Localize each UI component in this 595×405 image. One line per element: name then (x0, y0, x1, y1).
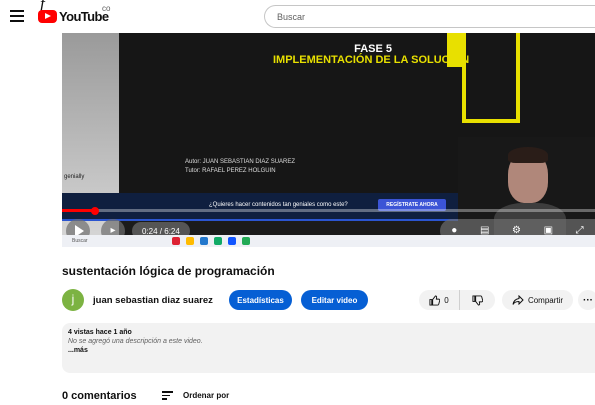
taskbar-app-icon (242, 237, 250, 245)
recorded-taskbar: Buscar (62, 235, 595, 247)
avatar[interactable]: j (62, 289, 84, 311)
channel-name[interactable]: juan sebastian diaz suarez (93, 295, 213, 306)
masthead: f YouTube co (0, 0, 595, 32)
slide-tutor: Tutor: RAFAEL PEREZ HOLGUIN (185, 168, 276, 174)
progress-fill (62, 209, 96, 212)
slide-author: Autor: JUAN SEBASTIAN DIAZ SUAREZ (185, 159, 296, 165)
menu-icon[interactable] (10, 10, 24, 22)
more-actions-button[interactable]: ··· (578, 290, 595, 310)
video-player[interactable]: genially FASE 5 IMPLEMENTACIÓN DE LA SOL… (62, 33, 595, 247)
like-button[interactable]: 0 (419, 290, 460, 310)
slide-brand-label: genially (64, 174, 85, 180)
search-box[interactable] (264, 5, 595, 28)
slide-promo-text: ¿Quieres hacer contenidos tan geniales c… (209, 202, 348, 208)
share-button[interactable]: Compartir (502, 290, 573, 310)
like-dislike-pill: 0 (419, 290, 495, 310)
logo-country-code: co (102, 4, 111, 13)
sort-icon[interactable] (162, 391, 173, 400)
progress-bar[interactable] (62, 209, 595, 212)
share-label: Compartir (527, 295, 564, 305)
sort-button[interactable]: Ordenar por (183, 391, 229, 400)
description-text: No se agregó una descripción a este vide… (68, 338, 203, 345)
taskbar-app-icon (228, 237, 236, 245)
taskbar-app-icon (200, 237, 208, 245)
thumbs-up-icon (429, 294, 441, 306)
view-count-date: 4 vistas hace 1 año (68, 329, 132, 336)
video-title: sustentación lógica de programación (62, 264, 275, 278)
taskbar-app-icon (214, 237, 222, 245)
slide-yellow-frame (462, 33, 520, 123)
taskbar-app-icon (172, 237, 180, 245)
comments-header: 0 comentarios Ordenar por (62, 390, 595, 404)
share-icon (512, 295, 524, 305)
comments-count: 0 comentarios (62, 390, 137, 402)
taskbar-app-icon (186, 237, 194, 245)
channel-row: j juan sebastian diaz suarez Estadística… (62, 288, 595, 312)
taskbar-search-label: Buscar (72, 238, 88, 244)
youtube-logo[interactable]: YouTube (38, 9, 109, 24)
search-input[interactable] (265, 6, 595, 27)
dislike-button[interactable] (460, 294, 495, 306)
description-box[interactable]: 4 vistas hace 1 año No se agregó una des… (62, 323, 595, 373)
stats-button[interactable]: Estadísticas (229, 290, 292, 310)
taskbar-icons (172, 237, 250, 245)
slide-credits: Autor: JUAN SEBASTIAN DIAZ SUAREZ Tutor:… (185, 158, 295, 176)
like-count: 0 (444, 295, 449, 305)
show-more-link[interactable]: ...más (68, 347, 589, 354)
edit-video-button[interactable]: Editar video (301, 290, 368, 310)
thumbs-down-icon (472, 294, 483, 306)
youtube-play-icon (38, 10, 57, 23)
slide-heading: IMPLEMENTACIÓN DE LA SOLUCIÓN (273, 54, 470, 66)
presenter-hair (508, 147, 548, 163)
